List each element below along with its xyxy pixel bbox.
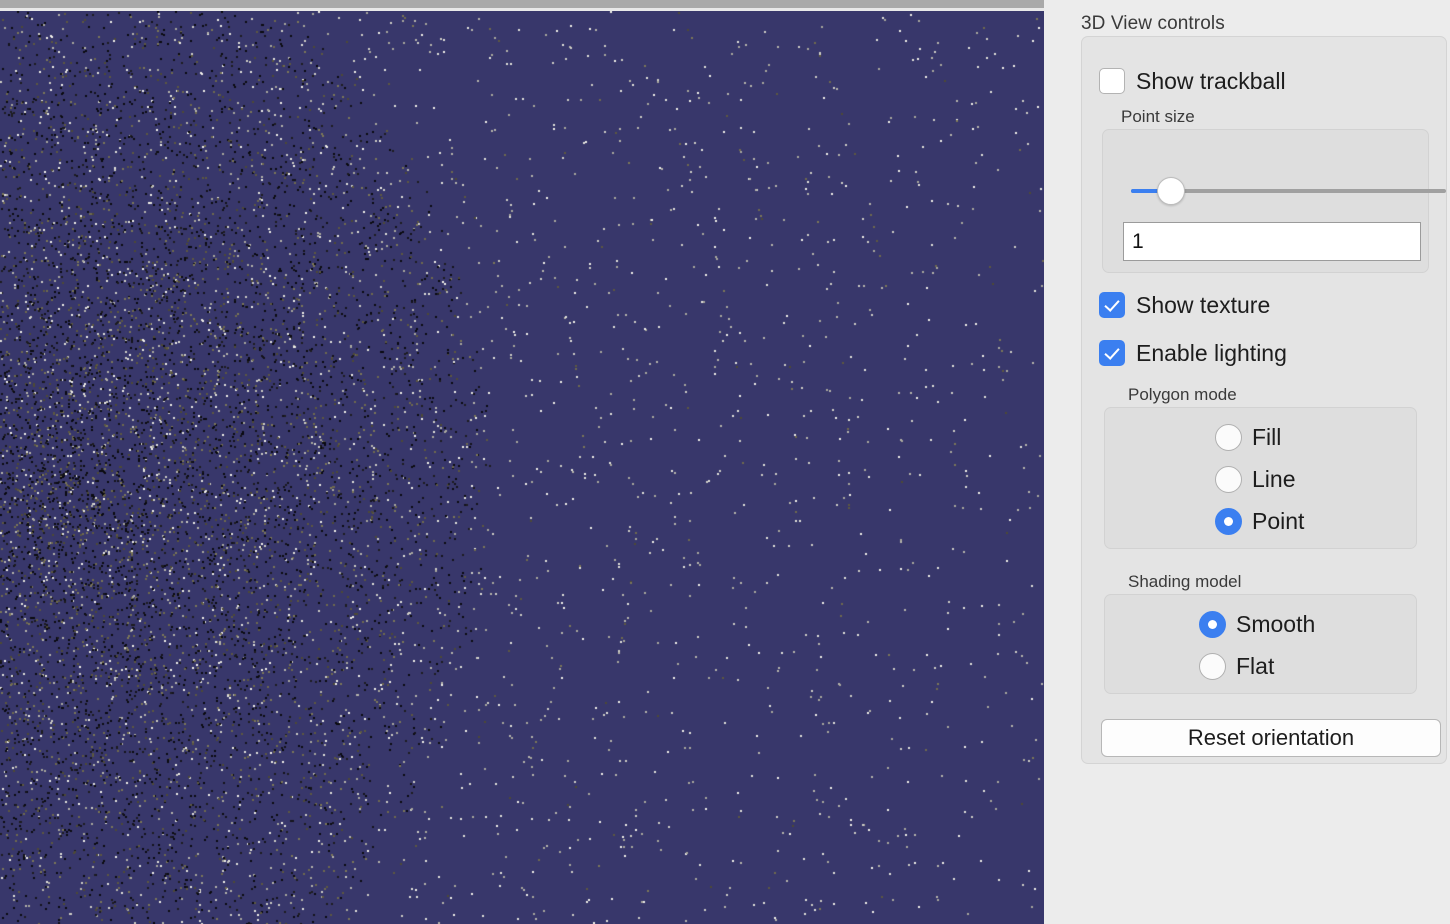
polygon-mode-groupbox: Fill Line Point: [1104, 407, 1417, 549]
polygon-mode-fill-label: Fill: [1252, 424, 1282, 450]
point-cloud-canvas[interactable]: [0, 11, 1044, 924]
polygon-mode-fill-radio[interactable]: [1215, 424, 1242, 451]
app-window: 3D View controls Show trackball Point si…: [0, 0, 1450, 924]
show-texture-label: Show texture: [1136, 291, 1271, 318]
panel-title: 3D View controls: [1081, 13, 1225, 34]
3d-view-controls-panel: 3D View controls Show trackball Point si…: [1065, 0, 1450, 924]
point-size-input[interactable]: [1123, 222, 1421, 261]
point-size-slider-handle[interactable]: [1157, 177, 1185, 205]
polygon-mode-option-line[interactable]: Line: [1215, 466, 1295, 493]
shading-model-option-flat[interactable]: Flat: [1199, 653, 1274, 680]
show-texture-row[interactable]: Show texture: [1099, 292, 1270, 318]
panel-gutter: [1044, 0, 1065, 924]
3d-viewport[interactable]: [0, 11, 1044, 924]
show-trackball-checkbox[interactable]: [1099, 68, 1125, 94]
shading-model-flat-radio[interactable]: [1199, 653, 1226, 680]
point-size-group-label: Point size: [1121, 107, 1195, 126]
point-size-groupbox: [1102, 129, 1446, 273]
point-size-slider[interactable]: [1131, 174, 1446, 208]
window-top-bar: [0, 0, 1044, 8]
polygon-mode-group-label: Polygon mode: [1128, 385, 1237, 404]
polygon-mode-point-radio[interactable]: [1215, 508, 1242, 535]
enable-lighting-label: Enable lighting: [1136, 339, 1287, 366]
shading-model-smooth-label: Smooth: [1236, 611, 1316, 637]
polygon-mode-line-label: Line: [1252, 466, 1296, 492]
show-texture-checkbox[interactable]: [1099, 292, 1125, 318]
reset-orientation-button[interactable]: Reset orientation: [1101, 719, 1441, 757]
shading-model-option-smooth[interactable]: Smooth: [1199, 611, 1315, 638]
polygon-mode-point-label: Point: [1252, 508, 1305, 534]
polygon-mode-option-point[interactable]: Point: [1215, 508, 1304, 535]
shading-model-flat-label: Flat: [1236, 653, 1275, 679]
shading-model-smooth-radio[interactable]: [1199, 611, 1226, 638]
enable-lighting-row[interactable]: Enable lighting: [1099, 340, 1287, 366]
show-trackball-label: Show trackball: [1136, 67, 1286, 94]
polygon-mode-option-fill[interactable]: Fill: [1215, 424, 1281, 451]
polygon-mode-line-radio[interactable]: [1215, 466, 1242, 493]
enable-lighting-checkbox[interactable]: [1099, 340, 1125, 366]
shading-model-groupbox: Smooth Flat: [1104, 594, 1417, 694]
show-trackball-row[interactable]: Show trackball: [1099, 68, 1286, 94]
3d-view-controls-groupbox: Show trackball Point size Show texture: [1081, 36, 1447, 764]
shading-model-group-label: Shading model: [1128, 572, 1242, 591]
